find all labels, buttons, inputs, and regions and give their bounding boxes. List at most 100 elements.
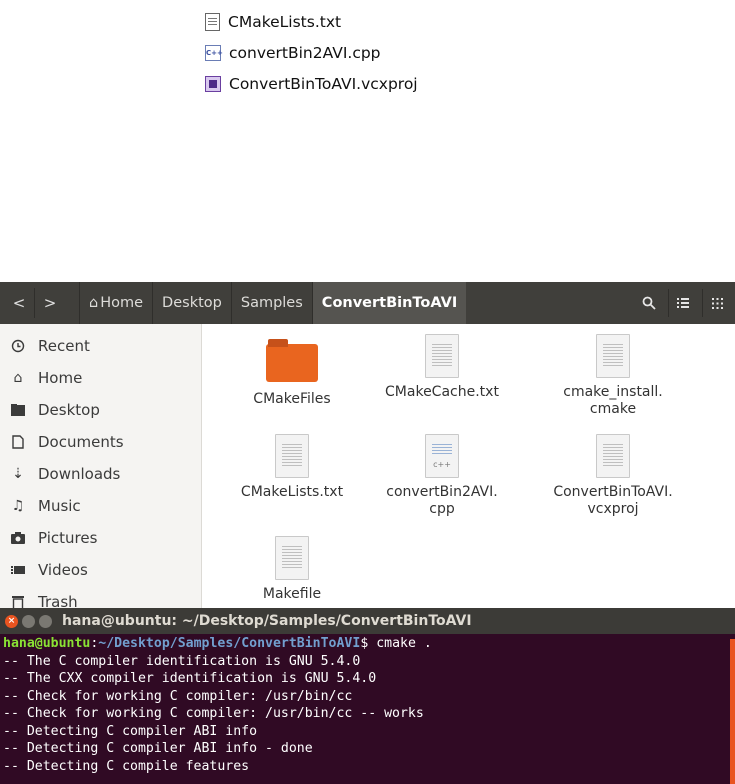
file-label-line2: cmake — [589, 401, 637, 417]
breadcrumb-label: Samples — [240, 295, 303, 311]
file-name: ConvertBinToAVI.vcxproj — [229, 74, 418, 93]
breadcrumb-current[interactable]: ConvertBinToAVI — [311, 282, 467, 324]
breadcrumb-desktop[interactable]: Desktop — [152, 282, 231, 324]
prompt-path: ~/Desktop/Samples/ConvertBinToAVI — [98, 636, 361, 651]
desktop-icon — [10, 402, 26, 418]
camera-icon — [10, 530, 26, 546]
terminal-line: -- The C compiler identification is GNU … — [3, 653, 361, 669]
breadcrumb-home[interactable]: ⌂ Home — [79, 282, 152, 324]
forward-button[interactable]: > — [35, 288, 65, 318]
sidebar-item-recent[interactable]: Recent — [0, 330, 201, 362]
sidebar-item-label: Videos — [38, 561, 88, 579]
terminal-title: hana@ubuntu: ~/Desktop/Samples/ConvertBi… — [62, 613, 472, 629]
file-label: CMakeLists.txt — [240, 484, 344, 500]
cpp-badge: c++ — [433, 460, 451, 469]
cpp-file-icon: C++ — [205, 44, 223, 61]
file-item[interactable]: CMakeLists.txt — [217, 434, 367, 501]
home-icon: ⌂ — [89, 295, 99, 311]
terminal-line: -- The CXX compiler identification is GN… — [3, 671, 377, 686]
terminal-line: -- Detecting C compiler ABI info — [3, 723, 258, 739]
grid-view-button[interactable] — [702, 289, 731, 317]
home-icon: ⌂ — [13, 370, 23, 386]
breadcrumb-label: Desktop — [162, 295, 222, 311]
text-file-icon — [596, 434, 630, 478]
sidebar-item-label: Downloads — [38, 465, 121, 483]
terminal-line: -- Check for working C compiler: /usr/bi… — [3, 706, 424, 721]
terminal-line: -- Detecting C compiler ABI info - done — [3, 741, 313, 756]
file-listing: CMakeLists.txt C++ convertBin2AVI.cpp Co… — [205, 6, 418, 99]
file-label: Makefile — [262, 586, 322, 602]
close-icon: × — [7, 616, 16, 626]
file-item[interactable]: cmake_install. cmake — [538, 334, 688, 418]
file-label: cmake_install. — [563, 384, 663, 400]
minimize-button[interactable] — [22, 614, 35, 628]
terminal-output[interactable]: hana@ubuntu:~/Desktop/Samples/ConvertBin… — [0, 634, 735, 776]
cpp-file-icon: c++ — [425, 434, 459, 478]
file-name: convertBin2AVI.cpp — [229, 43, 381, 62]
search-icon — [642, 296, 656, 310]
file-label: CMakeCache.txt — [385, 384, 499, 400]
document-icon — [10, 434, 26, 450]
file-label: ConvertBinToAVI. — [553, 484, 673, 500]
header-bar: < > ⌂ Home Desktop Samples ConvertBinToA… — [0, 282, 735, 324]
sidebar-item-downloads[interactable]: ⇣ Downloads — [0, 458, 201, 490]
sidebar-item-label: Music — [38, 497, 81, 515]
search-button[interactable] — [635, 289, 663, 317]
file-item[interactable]: ConvertBinToAVI. vcxproj — [538, 434, 688, 518]
chevron-left-icon: < — [12, 294, 26, 312]
list-item[interactable]: ConvertBinToAVI.vcxproj — [205, 68, 418, 99]
breadcrumb-samples[interactable]: Samples — [230, 282, 312, 324]
text-file-icon — [275, 536, 309, 580]
text-file-icon — [275, 434, 309, 478]
terminal-titlebar: × hana@ubuntu: ~/Desktop/Samples/Convert… — [0, 608, 735, 634]
terminal-scrollbar[interactable] — [730, 639, 735, 784]
prompt-user: hana@ubuntu — [3, 636, 91, 651]
sidebar-item-label: Home — [38, 369, 83, 387]
breadcrumb-label: ConvertBinToAVI — [321, 295, 458, 311]
breadcrumb-label: Home — [100, 295, 144, 311]
folder-icon — [266, 339, 318, 382]
sidebar-item-label: Recent — [38, 337, 90, 355]
sidebar-item-label: Pictures — [38, 529, 98, 547]
sidebar-item-music[interactable]: ♫ Music — [0, 490, 201, 522]
sidebar-item-desktop[interactable]: Desktop — [0, 394, 201, 426]
terminal-line: -- Detecting C compile features — [3, 758, 250, 774]
sidebar-item-label: Documents — [38, 433, 124, 451]
file-label: CMakeFiles — [253, 391, 331, 407]
terminal-prompt-line: hana@ubuntu:~/Desktop/Samples/ConvertBin… — [3, 635, 732, 653]
close-button[interactable]: × — [5, 614, 18, 628]
video-icon — [10, 562, 26, 578]
file-item[interactable]: CMakeCache.txt — [367, 334, 517, 401]
file-name: CMakeLists.txt — [228, 12, 342, 31]
back-button[interactable]: < — [4, 288, 35, 318]
header-actions — [630, 282, 735, 324]
list-view-icon — [677, 298, 689, 308]
file-manager-window: < > ⌂ Home Desktop Samples ConvertBinToA… — [0, 282, 735, 611]
clock-icon — [10, 338, 26, 354]
terminal-line: -- Check for working C compiler: /usr/bi… — [3, 688, 353, 704]
terminal-window[interactable]: × hana@ubuntu: ~/Desktop/Samples/Convert… — [0, 608, 735, 784]
sidebar-item-pictures[interactable]: Pictures — [0, 522, 201, 554]
maximize-button[interactable] — [39, 614, 52, 628]
list-item[interactable]: C++ convertBin2AVI.cpp — [205, 37, 418, 68]
file-label-line2: vcxproj — [587, 501, 639, 517]
text-file-icon — [205, 12, 220, 31]
text-file-icon — [425, 334, 459, 378]
file-label: convertBin2AVI. — [386, 484, 498, 500]
sidebar-item-documents[interactable]: Documents — [0, 426, 201, 458]
file-grid: CMakeFiles CMakeCache.txt cmake_install.… — [201, 324, 735, 608]
sidebar-item-videos[interactable]: Videos — [0, 554, 201, 586]
file-item[interactable]: CMakeFiles — [217, 338, 367, 408]
list-item[interactable]: CMakeLists.txt — [205, 6, 418, 37]
file-item[interactable]: Makefile — [217, 536, 367, 603]
sidebar-item-home[interactable]: ⌂ Home — [0, 362, 201, 394]
file-item[interactable]: c++ convertBin2AVI. cpp — [367, 434, 517, 518]
file-label-line2: cpp — [429, 501, 455, 517]
prompt-command: $ cmake . — [360, 636, 432, 651]
chevron-right-icon: > — [43, 294, 57, 312]
text-file-icon — [596, 334, 630, 378]
sidebar-item-label: Desktop — [38, 401, 100, 419]
list-view-button[interactable] — [668, 289, 697, 317]
download-icon: ⇣ — [12, 466, 24, 482]
music-icon: ♫ — [11, 498, 25, 514]
